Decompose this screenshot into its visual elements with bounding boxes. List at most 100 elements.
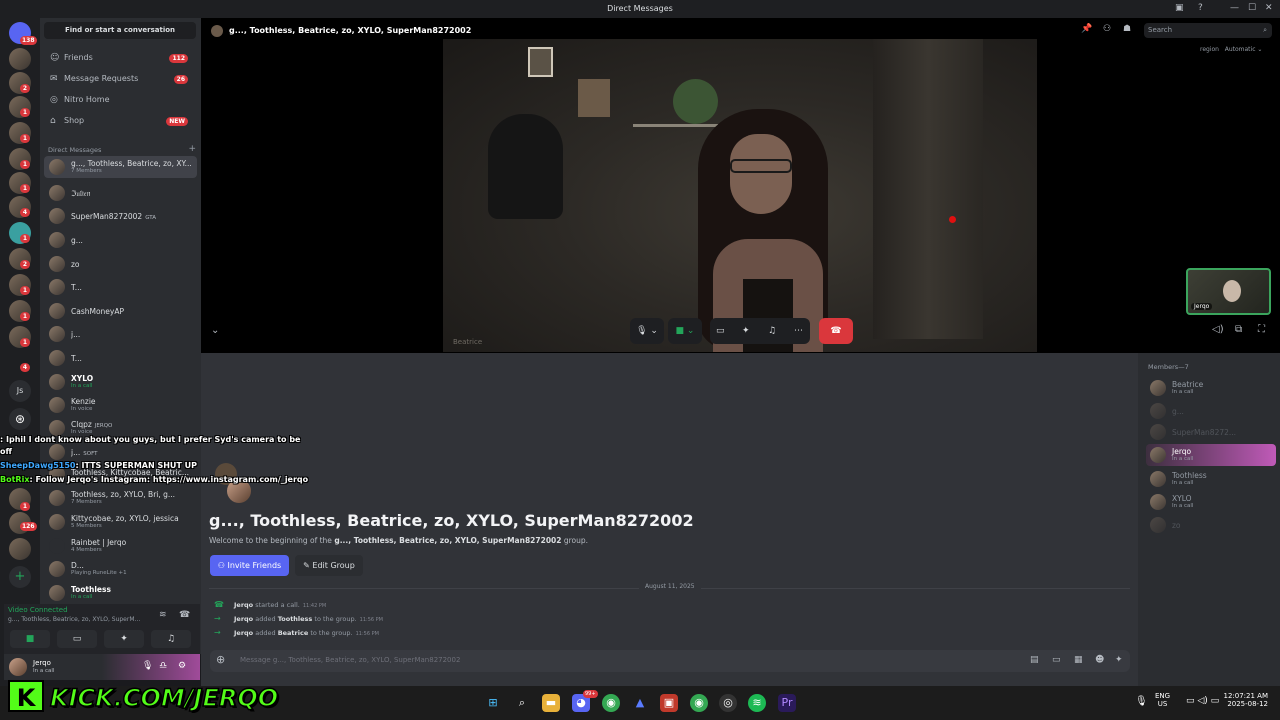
member-item[interactable]: Jerqo In a call bbox=[1146, 444, 1276, 466]
avatar bbox=[1150, 517, 1166, 533]
pin-icon[interactable]: 📌 bbox=[1081, 24, 1092, 34]
chrome-icon[interactable]: ◉ bbox=[690, 694, 708, 712]
create-dm-plus-icon[interactable]: + bbox=[188, 144, 196, 154]
server-icon[interactable] bbox=[9, 538, 31, 560]
activity-button[interactable]: ✦ bbox=[104, 630, 144, 648]
log-target[interactable]: Beatrice bbox=[278, 629, 309, 637]
maximize-button[interactable]: ☐ bbox=[1248, 3, 1256, 13]
soundboard-icon[interactable]: ♫ bbox=[768, 318, 776, 344]
dm-item[interactable]: SuperMan8272002 GTA bbox=[44, 205, 197, 227]
network-icon[interactable]: ▭ ◁) ▭ bbox=[1186, 696, 1219, 706]
screenshare-button[interactable]: ▭ bbox=[57, 630, 97, 648]
log-target[interactable]: Toothless bbox=[278, 615, 313, 623]
dm-item[interactable]: CashMoneyAP bbox=[44, 300, 197, 322]
attach-plus-icon[interactable]: ⊕ bbox=[216, 653, 225, 666]
avatar[interactable] bbox=[9, 658, 27, 676]
fullscreen-icon[interactable]: ⛶ bbox=[1258, 324, 1265, 335]
log-actor[interactable]: Jerqo bbox=[234, 629, 253, 637]
self-video-tile[interactable]: Jerqo bbox=[1186, 268, 1271, 315]
find-conversation-button[interactable]: Find or start a conversation bbox=[44, 22, 196, 39]
nav-message-requests[interactable]: ✉ Message Requests 26 bbox=[44, 70, 196, 88]
dm-item[interactable]: ℑ𝔲𝔩𝔦𝔢𝔫 bbox=[44, 182, 197, 204]
camera-toggle-button[interactable]: ■ ⌄ bbox=[668, 318, 702, 344]
dm-item[interactable]: Rainbet | Jerqo 4 Members bbox=[44, 535, 197, 557]
dm-item[interactable]: g..., Toothless, Beatrice, zo, XY... 7 Me… bbox=[44, 156, 197, 178]
dm-item[interactable]: XYLO In a call bbox=[44, 371, 197, 393]
member-list-icon[interactable]: ☗ bbox=[1123, 24, 1131, 34]
activity-icon[interactable]: ✦ bbox=[742, 318, 750, 344]
gif-icon[interactable]: ▭ bbox=[1052, 655, 1061, 665]
search-input[interactable]: Search ⌕ bbox=[1144, 23, 1272, 38]
gift-icon[interactable]: ▤ bbox=[1030, 655, 1039, 665]
nav-nitro-home[interactable]: ◎ Nitro Home bbox=[44, 91, 196, 109]
dm-item[interactable]: Toothless, zo, XYLO, Bri, g... 7 Members bbox=[44, 487, 197, 509]
mic-icon[interactable]: 🎙 bbox=[142, 661, 153, 671]
language-indicator[interactable]: ENG US bbox=[1155, 692, 1170, 708]
member-item[interactable]: g... bbox=[1146, 400, 1276, 422]
file-explorer-icon[interactable]: ▬ bbox=[542, 694, 560, 712]
dm-item[interactable]: Kenzie In voice bbox=[44, 394, 197, 416]
headphones-icon[interactable]: ♎ bbox=[159, 661, 167, 671]
dm-item[interactable]: g... bbox=[44, 229, 197, 251]
nav-badge: 26 bbox=[173, 75, 188, 84]
add-member-icon[interactable]: ⚇ bbox=[1103, 24, 1111, 34]
log-actor[interactable]: Jerqo bbox=[234, 615, 253, 623]
app-icon[interactable]: ▲ bbox=[631, 694, 649, 712]
obs-app-icon[interactable]: ▣ bbox=[660, 694, 678, 712]
popout-icon[interactable]: ⧉ bbox=[1235, 324, 1242, 335]
add-server-icon[interactable]: + bbox=[9, 566, 31, 588]
noise-suppression-icon[interactable]: ≋ bbox=[159, 610, 167, 620]
mic-tray-icon[interactable]: 🎙 bbox=[1135, 696, 1148, 707]
nav-friends[interactable]: ☺ Friends 112 bbox=[44, 49, 196, 67]
more-icon[interactable]: ⋯ bbox=[794, 318, 803, 344]
chevron-down-icon[interactable]: ⌄ bbox=[211, 325, 219, 336]
minimize-button[interactable]: — bbox=[1230, 3, 1239, 13]
dm-item[interactable]: j... SOFT bbox=[44, 441, 197, 463]
server-icon[interactable] bbox=[9, 48, 31, 70]
edit-group-button[interactable]: ✎ Edit Group bbox=[295, 555, 363, 576]
gear-icon[interactable]: ⚙ bbox=[178, 661, 186, 671]
obs-icon[interactable]: ◎ bbox=[719, 694, 737, 712]
emoji-icon[interactable]: ☻ bbox=[1095, 655, 1104, 665]
spotify-icon[interactable]: ≋ bbox=[748, 694, 766, 712]
member-item[interactable]: Toothless In a call bbox=[1146, 468, 1276, 490]
disconnect-icon[interactable]: ☎ bbox=[179, 610, 190, 620]
avatar bbox=[49, 350, 65, 366]
openai-server-icon[interactable]: ⊛ bbox=[9, 408, 31, 430]
camera-button[interactable]: ■ bbox=[10, 630, 50, 648]
dm-item[interactable]: D... Playing RuneLite +1 bbox=[44, 558, 197, 580]
dm-item[interactable]: zo bbox=[44, 253, 197, 275]
message-composer[interactable]: ⊕ Message g..., Toothless, Beatrice, zo,… bbox=[210, 650, 1130, 672]
video-tile-beatrice[interactable]: Beatrice bbox=[443, 39, 1037, 352]
sticker-icon[interactable]: ▦ bbox=[1074, 655, 1083, 665]
member-item[interactable]: Beatrice In a call bbox=[1146, 377, 1276, 399]
member-item[interactable]: zo bbox=[1146, 514, 1276, 536]
member-item[interactable]: XYLO In a call bbox=[1146, 491, 1276, 513]
mic-toggle-button[interactable]: 🎙 ⌄ bbox=[630, 318, 664, 344]
voice-channel[interactable]: g..., Toothless, Beatrice, zo, XYLO, Sup… bbox=[8, 616, 140, 623]
end-call-button[interactable]: ☎ bbox=[819, 318, 853, 344]
log-actor[interactable]: Jerqo bbox=[234, 601, 253, 609]
dm-item[interactable]: T... bbox=[44, 347, 197, 369]
windows-start-icon[interactable]: ⊞ bbox=[484, 694, 502, 712]
server-js[interactable]: Js bbox=[9, 380, 31, 402]
nav-shop[interactable]: ⌂ Shop NEW bbox=[44, 112, 196, 130]
invite-friends-button[interactable]: ⚇ Invite Friends bbox=[210, 555, 289, 576]
screenshare-icon[interactable]: ▭ bbox=[716, 318, 725, 344]
dm-item[interactable]: Toothless In a call bbox=[44, 582, 197, 604]
chrome-icon[interactable]: ◉ bbox=[602, 694, 620, 712]
premiere-icon[interactable]: Pr bbox=[778, 694, 796, 712]
dm-item[interactable]: j... bbox=[44, 323, 197, 345]
region-selector[interactable]: region Automatic ⌄ bbox=[1200, 46, 1262, 53]
clock[interactable]: 12:07:21 AM 2025-08-12 bbox=[1222, 692, 1269, 708]
volume-icon[interactable]: ◁) bbox=[1212, 324, 1224, 335]
soundboard-button[interactable]: ♫ bbox=[151, 630, 191, 648]
member-item[interactable]: SuperMan8272... bbox=[1146, 421, 1276, 443]
apps-icon[interactable]: ✦ bbox=[1115, 655, 1123, 665]
close-button[interactable]: ✕ bbox=[1265, 3, 1273, 13]
dm-item[interactable]: T... bbox=[44, 276, 197, 298]
search-icon[interactable]: ⌕ bbox=[513, 694, 531, 712]
help-icon[interactable]: ? bbox=[1198, 3, 1203, 13]
inbox-icon[interactable]: ▣ bbox=[1175, 3, 1184, 13]
dm-item[interactable]: Kittycobae, zo, XYLO, jessica 5 Members bbox=[44, 511, 197, 533]
